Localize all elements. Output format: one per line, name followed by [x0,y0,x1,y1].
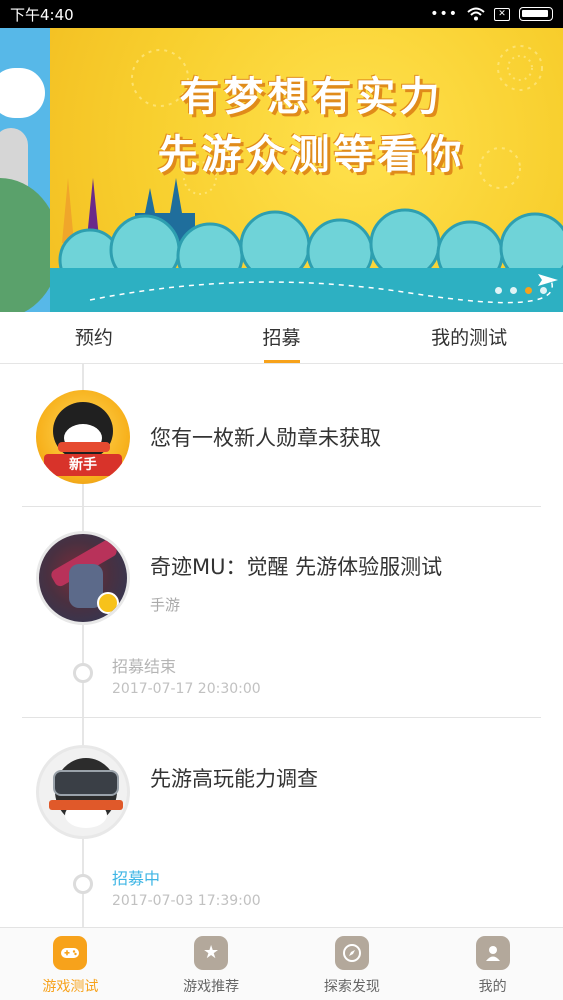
list-item-game[interactable]: 奇迹MU：觉醒 先游体验服测试 手游 招募结束 2017-07-17 20:30… [0,507,563,719]
nav-game-test[interactable]: 游戏测试 [0,928,141,1000]
list-item-badge[interactable]: 新手 您有一枚新人勋章未获取 [0,364,563,507]
tab-my-tests[interactable]: 我的测试 [375,312,563,363]
pager-dot[interactable] [510,287,517,294]
recruit-time: 2017-07-17 20:30:00 [112,681,261,697]
item-title: 先游高玩能力调查 [150,767,318,791]
banner-headline-1: 有梦想有实力 [179,74,444,120]
tab-reserve[interactable]: 预约 [0,312,188,363]
sim-icon: ✕ [494,7,510,21]
recruit-list: 新手 您有一枚新人勋章未获取 奇迹MU：觉醒 先游体验服测试 手游 招募结束 2… [0,364,563,927]
newbie-badge-avatar: 新手 [36,390,130,484]
banner-pager [495,287,547,294]
nav-label: 我的 [478,979,507,995]
battery-icon [519,7,553,21]
user-icon [475,936,510,970]
gamepad-icon [53,936,88,970]
pager-dot[interactable] [495,287,502,294]
more-dots-icon: ••• [430,6,458,22]
timeline-node [73,663,93,683]
nav-label: 游戏测试 [42,979,99,995]
game-icon-mu [36,531,130,625]
status-time: 下午4:40 [10,5,74,24]
item-title: 您有一枚新人勋章未获取 [150,426,381,450]
nav-label: 探索发现 [323,979,380,995]
recruit-time: 2017-07-03 17:39:00 [112,893,261,909]
nav-game-recommend[interactable]: ★ 游戏推荐 [141,928,282,1000]
pager-dot-active[interactable] [525,287,532,294]
recruit-status: 招募中 [112,869,161,888]
item-title: 奇迹MU：觉醒 先游体验服测试 [150,555,443,579]
nav-label: 游戏推荐 [183,979,240,995]
newbie-ribbon: 新手 [44,454,122,476]
list-item-survey[interactable]: 先游高玩能力调查 招募中 2017-07-03 17:39:00 [0,719,563,927]
star-icon: ★ [194,936,229,970]
status-icons: ••• ✕ [430,6,553,22]
nav-mine[interactable]: 我的 [422,928,563,1000]
divider [22,717,541,718]
tab-recruit[interactable]: 招募 [188,312,376,363]
item-category: 手游 [150,596,181,614]
banner-headline-2: 先游众测等看你 [157,132,466,178]
wifi-icon [467,7,485,21]
pager-dot[interactable] [540,287,547,294]
tab-bar: 预约 招募 我的测试 [0,312,563,364]
promo-banner[interactable]: 有梦想有实力 先游众测等看你 [0,28,563,312]
timeline-node [73,874,93,894]
bottom-nav: 游戏测试 ★ 游戏推荐 探索发现 我的 [0,927,563,1000]
survey-icon-vr-penguin [36,745,130,839]
status-bar: 下午4:40 ••• ✕ [0,0,563,28]
recruit-status: 招募结束 [112,657,177,676]
nav-explore[interactable]: 探索发现 [282,928,423,1000]
compass-icon [334,936,369,970]
